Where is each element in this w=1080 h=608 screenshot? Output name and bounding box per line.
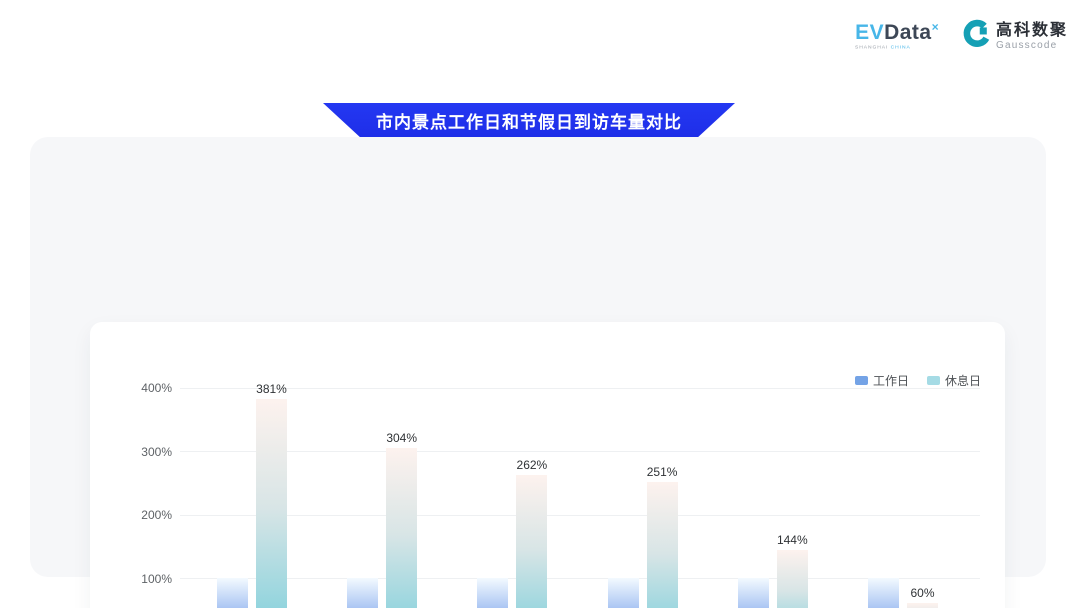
bar-value-label: 60% <box>888 586 958 600</box>
gausscode-g-icon <box>961 18 991 55</box>
bar-休息日 <box>907 603 938 608</box>
bar-工作日 <box>738 578 769 608</box>
plot-area: 381%304%262%251%144%60% <box>180 388 980 608</box>
bar-工作日 <box>217 578 248 608</box>
bar-工作日 <box>477 578 508 608</box>
page: EVData× SHANGHAI CHINA 高科数聚 Gausscode 市内… <box>0 0 1080 608</box>
bar-工作日 <box>347 578 378 608</box>
y-axis-label: 400% <box>114 381 172 395</box>
gausscode-text: 高科数聚 Gausscode <box>996 22 1068 52</box>
header-logos: EVData× SHANGHAI CHINA 高科数聚 Gausscode <box>855 18 1068 55</box>
legend-item-工作日[interactable]: 工作日 <box>855 372 909 389</box>
evdata-x-icon: × <box>932 20 940 34</box>
evdata-ev: EV <box>855 21 884 44</box>
bar-工作日 <box>608 578 639 608</box>
y-axis-label: 300% <box>114 445 172 459</box>
chart-legend: 工作日 休息日 <box>855 372 981 389</box>
gausscode-cn: 高科数聚 <box>996 22 1068 40</box>
gausscode-en: Gausscode <box>996 40 1068 52</box>
legend-item-休息日[interactable]: 休息日 <box>927 372 981 389</box>
bar-休息日 <box>777 550 808 608</box>
bar-休息日 <box>516 475 547 608</box>
bar-value-label: 251% <box>627 465 697 479</box>
bar-value-label: 381% <box>237 382 307 396</box>
bar-value-label: 262% <box>497 458 567 472</box>
gridline <box>180 578 980 579</box>
y-axis-label: 100% <box>114 572 172 586</box>
evdata-logo-text: EVData× <box>855 21 945 43</box>
y-axis-label: 200% <box>114 508 172 522</box>
bar-value-label: 144% <box>757 533 827 547</box>
evdata-data: Data <box>884 21 932 44</box>
legend-label: 休息日 <box>945 372 981 389</box>
gridline <box>180 515 980 516</box>
chart-panel: 工作日休息日 381%304%262%251%144%60% 0%100%200… <box>30 137 1046 577</box>
bar-休息日 <box>386 448 417 608</box>
bar-休息日 <box>256 399 287 608</box>
legend-swatch <box>927 376 940 385</box>
gridline <box>180 451 980 452</box>
title-banner: 市内景点工作日和节假日到访车量对比 <box>323 103 735 138</box>
bar-value-label: 304% <box>367 431 437 445</box>
evdata-logo: EVData× SHANGHAI CHINA <box>855 21 945 53</box>
evdata-subtext: SHANGHAI CHINA <box>855 45 911 50</box>
legend-label: 工作日 <box>873 372 909 389</box>
page-title: 市内景点工作日和节假日到访车量对比 <box>376 108 682 133</box>
gausscode-logo: 高科数聚 Gausscode <box>961 18 1068 55</box>
bar-休息日 <box>647 482 678 608</box>
chart-card: 工作日休息日 381%304%262%251%144%60% 0%100%200… <box>90 322 1005 608</box>
legend-swatch <box>855 376 868 385</box>
